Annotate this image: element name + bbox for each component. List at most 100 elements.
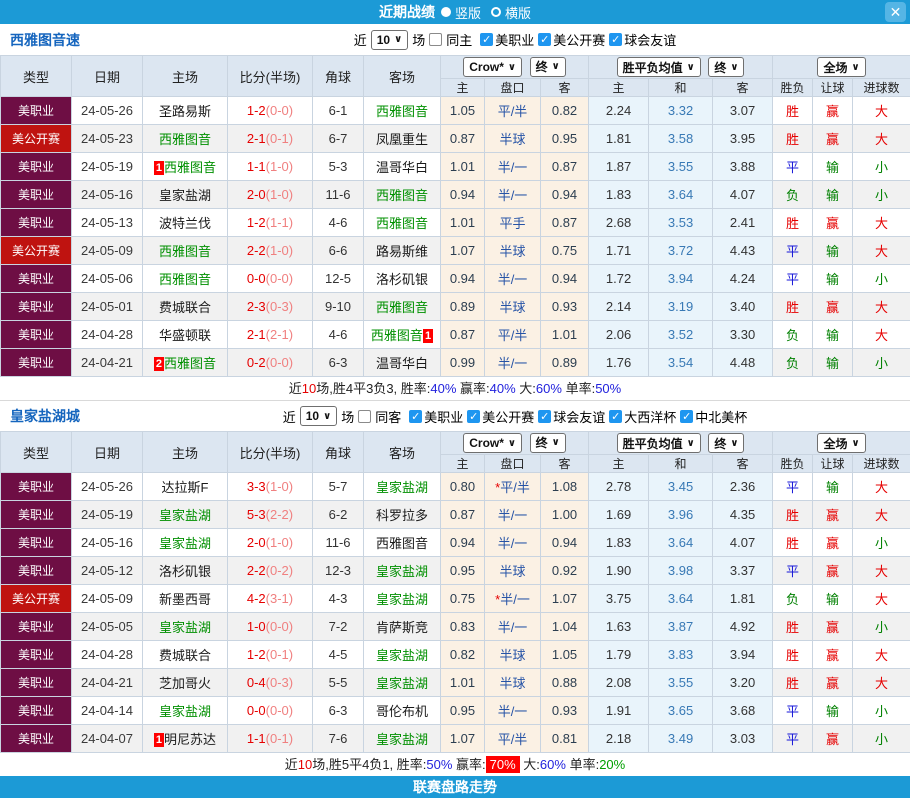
- match-count-select[interactable]: 10: [299, 406, 338, 426]
- home-team[interactable]: 1 明尼苏达: [142, 724, 228, 753]
- team-name: 洛杉矶银: [158, 564, 211, 579]
- team2-filters: 近 10 场 同客 ✓美职业✓美公开赛✓球会友谊✓大西洋杯✓中北美杯: [163, 406, 747, 426]
- team-name: 皇家盐湖: [158, 536, 211, 551]
- league-filter[interactable]: ✓ 球会友谊: [538, 407, 605, 426]
- away-team[interactable]: 西雅图音: [363, 528, 441, 557]
- away-team[interactable]: 温哥华白: [363, 348, 441, 377]
- europe-away-odds: 3.30: [712, 320, 774, 349]
- league-checkbox[interactable]: ✓: [609, 409, 623, 423]
- away-team[interactable]: 路易斯维: [363, 236, 441, 265]
- away-team[interactable]: 皇家盐湖: [363, 556, 441, 585]
- home-team[interactable]: 波特兰伐: [142, 208, 228, 237]
- away-team[interactable]: 皇家盐湖: [363, 472, 441, 501]
- home-team[interactable]: 洛杉矶银: [142, 556, 228, 585]
- home-team[interactable]: 皇家盐湖: [142, 528, 228, 557]
- avg-odds-select[interactable]: 胜平负均值: [616, 433, 701, 453]
- radio-vertical-layout[interactable]: 竖版: [440, 3, 481, 22]
- score: 2-0(1-0): [227, 528, 313, 557]
- away-team[interactable]: 西雅图音: [363, 96, 441, 125]
- league-checkbox[interactable]: ✓: [680, 409, 694, 423]
- home-team[interactable]: 西雅图音: [142, 236, 228, 265]
- scope-select[interactable]: 全场: [817, 433, 866, 453]
- close-icon[interactable]: ✕: [885, 2, 906, 22]
- away-team[interactable]: 西雅图音: [363, 292, 441, 321]
- home-team[interactable]: 皇家盐湖: [142, 180, 228, 209]
- match-count-select[interactable]: 10: [370, 29, 409, 50]
- home-team[interactable]: 皇家盐湖: [142, 500, 228, 529]
- section-bar-team2: 皇家盐湖城 近 10 场 同客 ✓美职业✓美公开赛✓球会友谊✓大西洋杯✓中北美杯: [0, 400, 910, 431]
- league-filter[interactable]: ✓ 球会友谊: [609, 30, 676, 49]
- asia-away-odds: 1.00: [539, 500, 590, 529]
- avg-time-select[interactable]: 终: [708, 57, 745, 77]
- away-team[interactable]: 西雅图音: [363, 180, 441, 209]
- league-filter[interactable]: ✓ 大西洋杯: [609, 407, 676, 426]
- avg-time-select[interactable]: 终: [708, 433, 745, 453]
- league-checkbox[interactable]: ✓: [467, 409, 481, 423]
- league-trend-footer[interactable]: 联赛盘路走势: [0, 776, 910, 798]
- bookmaker-select[interactable]: Crow*: [463, 57, 523, 78]
- home-team[interactable]: 皇家盐湖: [142, 612, 228, 641]
- outcome-result: 胜: [772, 640, 814, 669]
- away-team[interactable]: 皇家盐湖: [363, 584, 441, 613]
- league-checkbox[interactable]: ✓: [538, 409, 552, 423]
- away-team[interactable]: 西雅图音: [363, 208, 441, 237]
- scope-select[interactable]: 全场: [817, 57, 866, 77]
- league-filter[interactable]: ✓ 美职业: [480, 30, 534, 49]
- away-team[interactable]: 皇家盐湖: [363, 668, 441, 697]
- home-team[interactable]: 西雅图音: [142, 264, 228, 293]
- away-team[interactable]: 洛杉矶银: [363, 264, 441, 293]
- home-team[interactable]: 芝加哥火: [142, 668, 228, 697]
- home-team[interactable]: 2 西雅图音: [142, 348, 228, 377]
- away-team[interactable]: 皇家盐湖: [363, 640, 441, 669]
- home-team[interactable]: 西雅图音: [142, 124, 228, 153]
- league-filter[interactable]: ✓ 美公开赛: [467, 407, 534, 426]
- handicap-result: 输: [812, 236, 854, 265]
- home-team[interactable]: 皇家盐湖: [142, 696, 228, 725]
- league-checkbox[interactable]: ✓: [480, 33, 494, 46]
- home-team[interactable]: 达拉斯F: [142, 472, 228, 501]
- radio-horizontal-layout[interactable]: 横版: [491, 3, 531, 22]
- league-checkbox[interactable]: ✓: [409, 409, 423, 423]
- europe-away-odds: 3.40: [712, 292, 774, 321]
- away-team[interactable]: 皇家盐湖: [363, 724, 441, 753]
- odds-time-select[interactable]: 终: [529, 56, 566, 77]
- score: 0-0(0-0): [227, 696, 313, 725]
- away-team[interactable]: 肯萨斯竞: [363, 612, 441, 641]
- league-filter[interactable]: ✓ 美职业: [409, 407, 463, 426]
- bookmaker-select[interactable]: Crow*: [463, 433, 523, 454]
- asia-handicap: 半/一: [484, 348, 541, 377]
- home-team[interactable]: 新墨西哥: [142, 584, 228, 613]
- home-team[interactable]: 1 西雅图音: [142, 152, 228, 181]
- away-team[interactable]: 科罗拉多: [363, 500, 441, 529]
- odds-time-select[interactable]: 终: [529, 432, 566, 453]
- home-team[interactable]: 华盛顿联: [142, 320, 228, 349]
- away-team[interactable]: 西雅图音 1: [363, 320, 441, 349]
- competition-type: 美职业: [0, 348, 72, 377]
- home-team[interactable]: 费城联合: [142, 292, 228, 321]
- league-checkbox[interactable]: ✓: [609, 33, 623, 46]
- league-checkbox[interactable]: ✓: [538, 33, 552, 46]
- league-filter[interactable]: ✓ 美公开赛: [538, 30, 605, 49]
- away-team[interactable]: 凤凰重生: [363, 124, 441, 153]
- fulltime-score: 2-3: [246, 299, 266, 314]
- goals-result: 大: [852, 556, 910, 585]
- league-filter[interactable]: ✓ 中北美杯: [680, 407, 747, 426]
- europe-odds-group: 胜平负均值 终: [588, 55, 774, 79]
- same-venue-checkbox[interactable]: [429, 33, 443, 46]
- asia-home-odds: 0.82: [440, 640, 485, 669]
- home-team[interactable]: 费城联合: [142, 640, 228, 669]
- away-team[interactable]: 温哥华白: [363, 152, 441, 181]
- halftime-score: (2-2): [265, 507, 294, 522]
- summary-stat: 60%: [539, 757, 566, 772]
- avg-odds-select[interactable]: 胜平负均值: [616, 57, 701, 77]
- same-venue-checkbox[interactable]: [358, 409, 372, 423]
- team2-title: 皇家盐湖城: [10, 408, 80, 424]
- summary-stat: 单率:: [561, 381, 596, 396]
- europe-away-odds: 4.24: [712, 264, 774, 293]
- col-type: 类型: [0, 431, 72, 473]
- halftime-score: (1-0): [265, 159, 294, 174]
- home-team[interactable]: 圣路易斯: [142, 96, 228, 125]
- away-team[interactable]: 哥伦布机: [363, 696, 441, 725]
- team2-results-table: 类型 日期 主场 比分(半场) 角球 客场 Crow* 终 胜平负均值 终 全场: [0, 431, 910, 753]
- asia-away-odds: 0.94: [539, 528, 590, 557]
